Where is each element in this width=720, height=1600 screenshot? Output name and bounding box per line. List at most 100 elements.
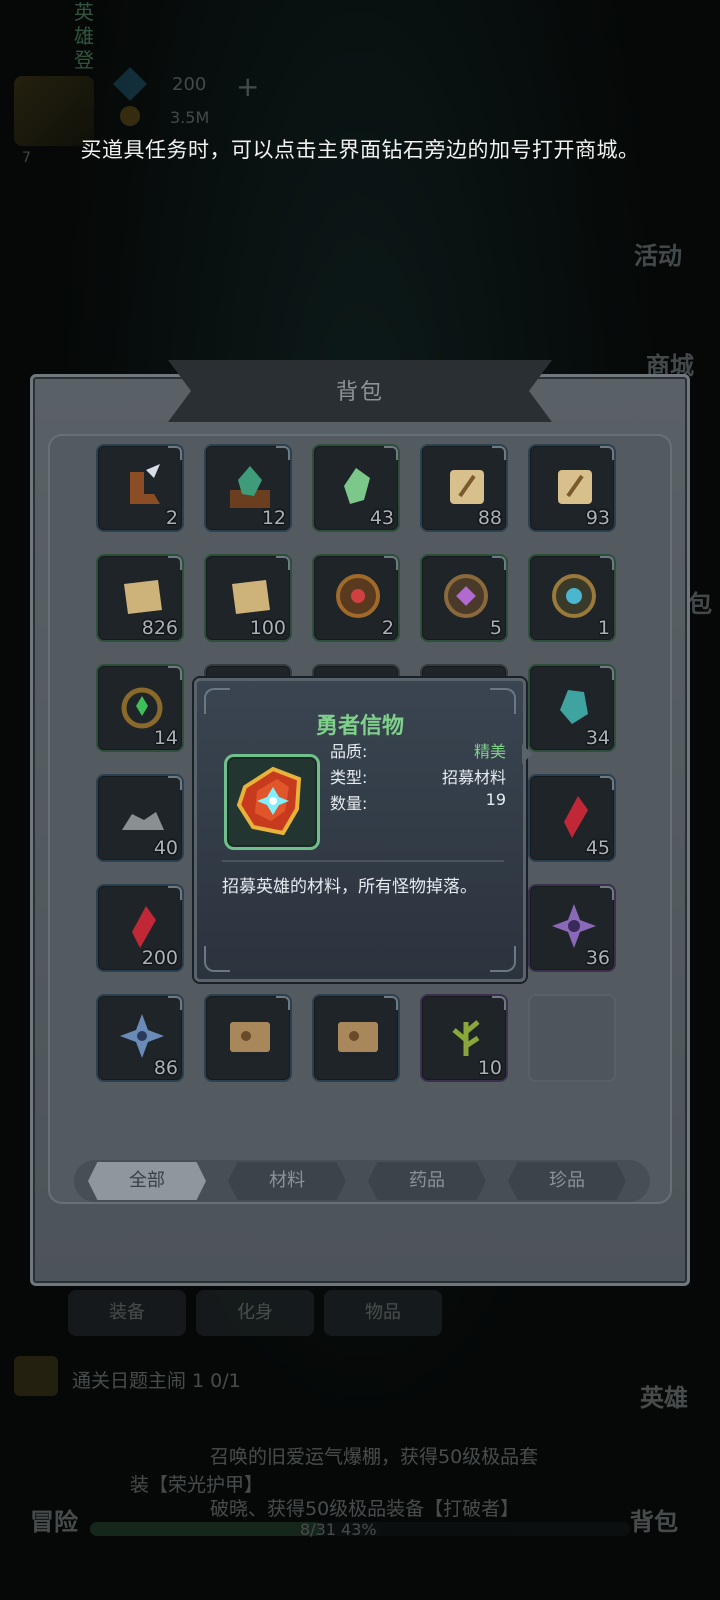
slot-corner-ornament bbox=[276, 446, 290, 460]
parchment-icon bbox=[124, 580, 162, 614]
activity-button[interactable]: 活动 bbox=[634, 236, 682, 271]
slot-corner-ornament bbox=[492, 556, 506, 570]
item-count: 10 bbox=[477, 1057, 502, 1079]
slot-corner-ornament bbox=[600, 886, 614, 900]
item-count: 2 bbox=[381, 617, 394, 639]
filter-tab-treasures[interactable]: 珍品 bbox=[508, 1162, 626, 1200]
quality-label: 品质: bbox=[330, 742, 368, 761]
adventure-button[interactable]: 冒险 bbox=[30, 1502, 78, 1537]
add-diamond-button[interactable]: + bbox=[236, 70, 259, 103]
item-count: 826 bbox=[141, 617, 178, 639]
tab-avatar[interactable]: 化身 bbox=[196, 1290, 314, 1336]
bag-button[interactable]: 背包 bbox=[630, 1502, 678, 1537]
green-gem-ring-icon bbox=[121, 687, 163, 729]
stage-progress-text: 8/31 43% bbox=[300, 1520, 377, 1539]
item-slot[interactable]: 100 bbox=[204, 554, 292, 642]
gold-count: 3.5M bbox=[170, 108, 210, 127]
item-count: 14 bbox=[153, 727, 178, 749]
item-count: 88 bbox=[477, 507, 502, 529]
news-line-3: 破晓、获得50级极品装备【打破者】 bbox=[210, 1498, 520, 1520]
slot-corner-ornament bbox=[168, 996, 182, 1010]
item-slot[interactable]: 34 bbox=[528, 664, 616, 752]
quantity-value: 19 bbox=[485, 790, 506, 809]
slot-corner-ornament bbox=[492, 446, 506, 460]
item-slot[interactable]: 826 bbox=[96, 554, 184, 642]
item-slot[interactable]: 93 bbox=[528, 444, 616, 532]
slot-corner-ornament bbox=[168, 886, 182, 900]
quality-value: 精美 bbox=[473, 742, 506, 761]
map-scroll-icon bbox=[230, 1022, 270, 1052]
item-count: 1 bbox=[597, 617, 610, 639]
slot-corner-ornament bbox=[600, 446, 614, 460]
tab-items[interactable]: 物品 bbox=[324, 1290, 442, 1336]
tutorial-hint: 买道具任务时，可以点击主界面钻石旁边的加号打开商城。 bbox=[80, 138, 640, 162]
slot-corner-ornament bbox=[600, 666, 614, 680]
item-slot[interactable]: 2 bbox=[312, 554, 400, 642]
filter-tab-all[interactable]: 全部 bbox=[88, 1162, 206, 1200]
item-slot[interactable]: 10 bbox=[420, 994, 508, 1082]
item-count: 45 bbox=[585, 837, 610, 859]
tooltip-pointer bbox=[522, 744, 532, 764]
item-count: 5 bbox=[489, 617, 502, 639]
slot-corner-ornament bbox=[384, 446, 398, 460]
slot-corner-ornament bbox=[168, 556, 182, 570]
backpack-title: 背包 bbox=[335, 380, 384, 405]
filter-tab-potions[interactable]: 药品 bbox=[368, 1162, 486, 1200]
quest-icon bbox=[14, 1356, 58, 1396]
tooltip-description: 招募英雄的材料，所有怪物掉落。 bbox=[222, 877, 477, 897]
item-count: 86 bbox=[153, 1057, 178, 1079]
tab-equipment[interactable]: 装备 bbox=[68, 1290, 186, 1336]
red-rune-medallion-icon bbox=[336, 574, 380, 618]
slot-corner-ornament bbox=[384, 996, 398, 1010]
slot-corner-ornament bbox=[384, 556, 398, 570]
item-slot[interactable] bbox=[312, 994, 400, 1082]
blue-rune-medallion-icon bbox=[552, 574, 596, 618]
item-slot[interactable]: 36 bbox=[528, 884, 616, 972]
item-slot[interactable]: 12 bbox=[204, 444, 292, 532]
ore-pile-icon bbox=[122, 812, 164, 830]
item-count: 40 bbox=[153, 837, 178, 859]
quest-text[interactable]: 通关日题主闹 1 0/1 bbox=[72, 1366, 241, 1393]
item-slot[interactable]: 1 bbox=[528, 554, 616, 642]
item-slot[interactable]: 86 bbox=[96, 994, 184, 1082]
blue-star-emblem-icon bbox=[120, 1014, 164, 1058]
slot-corner-ornament bbox=[168, 666, 182, 680]
slot-corner-ornament bbox=[276, 556, 290, 570]
slot-corner-ornament bbox=[168, 776, 182, 790]
purple-star-emblem-icon bbox=[552, 904, 596, 948]
item-slot[interactable]: 14 bbox=[96, 664, 184, 752]
item-count: 200 bbox=[141, 947, 178, 969]
item-slot[interactable]: 43 bbox=[312, 444, 400, 532]
hero-button[interactable]: 英雄 bbox=[640, 1378, 688, 1413]
sword-scroll-icon bbox=[558, 470, 592, 504]
item-count: 93 bbox=[585, 507, 610, 529]
diamond-count: 200 bbox=[172, 74, 207, 95]
item-count: 43 bbox=[369, 507, 394, 529]
green-crystal-chest-icon bbox=[230, 466, 270, 508]
slot-corner-ornament bbox=[492, 996, 506, 1010]
item-count: 34 bbox=[585, 727, 610, 749]
tooltip-item-name: 勇者信物 bbox=[315, 714, 404, 739]
filter-tab-materials[interactable]: 材料 bbox=[228, 1162, 346, 1200]
sword-scroll-icon bbox=[450, 470, 484, 504]
item-slot[interactable]: 45 bbox=[528, 774, 616, 862]
item-slot[interactable]: 2 bbox=[96, 444, 184, 532]
item-slot[interactable]: 88 bbox=[420, 444, 508, 532]
item-slot[interactable]: 200 bbox=[96, 884, 184, 972]
tooltip-corner-ornament bbox=[204, 946, 230, 972]
bag-side-button[interactable]: 包 bbox=[688, 584, 712, 619]
stage-progress-fill bbox=[90, 1522, 323, 1536]
tooltip-corner-ornament bbox=[490, 946, 516, 972]
slot-corner-ornament bbox=[600, 776, 614, 790]
item-slot[interactable]: 40 bbox=[96, 774, 184, 862]
hero-token-icon bbox=[236, 766, 302, 836]
type-label: 类型: bbox=[330, 768, 368, 787]
type-value: 招募材料 bbox=[441, 768, 506, 787]
item-slot[interactable]: 5 bbox=[420, 554, 508, 642]
quality-row: 品质: 精美 bbox=[330, 738, 506, 762]
item-slot[interactable] bbox=[204, 994, 292, 1082]
item-count: 36 bbox=[585, 947, 610, 969]
item-count: 2 bbox=[165, 507, 178, 529]
red-shard-icon bbox=[132, 906, 156, 948]
slot-corner-ornament bbox=[600, 556, 614, 570]
